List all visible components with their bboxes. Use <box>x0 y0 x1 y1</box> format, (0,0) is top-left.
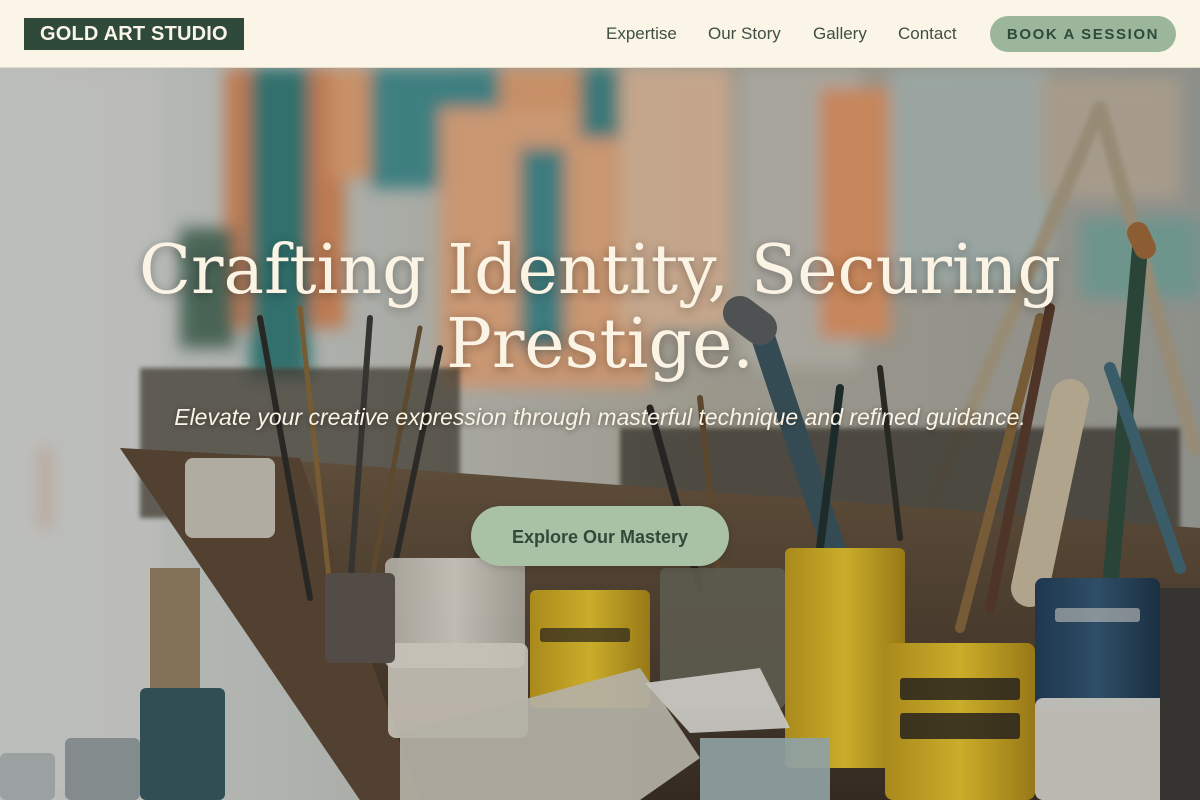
hero-section: Crafting Identity, Securing Prestige. El… <box>0 68 1200 800</box>
nav-link-gallery[interactable]: Gallery <box>813 24 867 44</box>
hero-subtitle: Elevate your creative expression through… <box>174 404 1026 430</box>
site-header: GOLD ART STUDIO Expertise Our Story Gall… <box>0 0 1200 68</box>
book-session-button[interactable]: BOOK A SESSION <box>990 16 1176 52</box>
hero-title: Crafting Identity, Securing Prestige. <box>139 231 1061 384</box>
nav-link-our-story[interactable]: Our Story <box>708 24 781 44</box>
nav-link-contact[interactable]: Contact <box>898 24 957 44</box>
nav-link-expertise[interactable]: Expertise <box>606 24 677 44</box>
explore-mastery-button[interactable]: Explore Our Mastery <box>471 506 729 566</box>
hero-overlay <box>0 68 1200 800</box>
